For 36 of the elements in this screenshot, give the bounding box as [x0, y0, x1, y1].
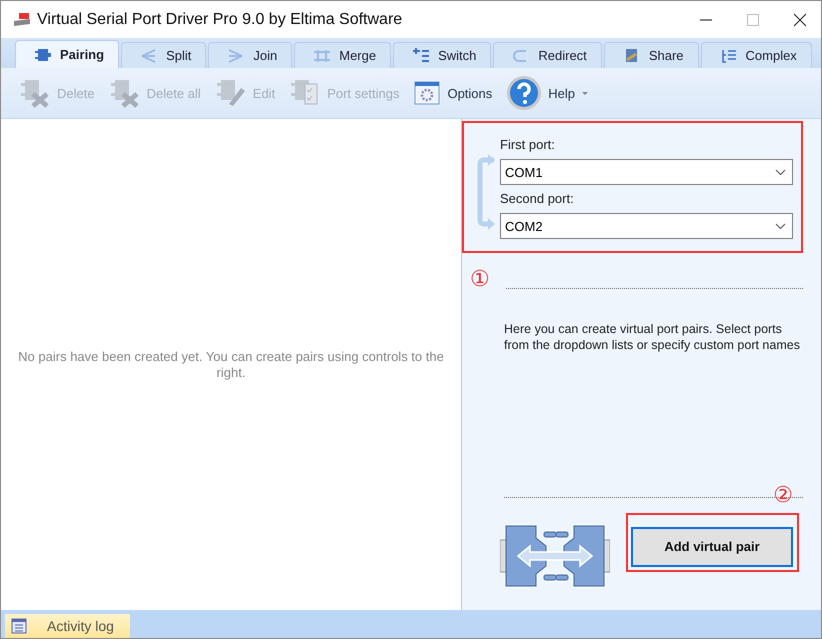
split-arrows-icon: [140, 48, 158, 64]
toolbar-button[interactable]: Help: [502, 75, 594, 111]
tab[interactable]: Pairing: [15, 40, 120, 68]
empty-message: No pairs have been created yet. You can create pairs using controls to the right.: [17, 348, 445, 380]
toolbar-button[interactable]: Options: [409, 79, 496, 107]
port-dropdown[interactable]: COM2: [500, 213, 793, 239]
annotation-number: ①: [470, 267, 490, 293]
window-title: Virtual Serial Port Driver Pro 9.0 by Eltima Software: [37, 10, 402, 28]
tab[interactable]: Complex: [700, 42, 812, 68]
tab[interactable]: Join: [208, 42, 292, 68]
chevron-down-icon: [775, 222, 786, 230]
app-icon: [13, 12, 31, 28]
add-virtual-pair-button[interactable]: Add virtual pair: [631, 526, 793, 566]
list-icon: [412, 48, 430, 64]
tab[interactable]: Share: [604, 42, 699, 68]
description-text: Here you can create virtual port pairs. Select ports from the dropdown lists or specify custom port names: [504, 321, 801, 353]
grid-lines-icon: [313, 48, 332, 64]
join-arrows-icon: [227, 48, 246, 64]
connector-x-icon: [19, 78, 51, 108]
connector-x-icon: [108, 78, 141, 108]
connector-pencil-icon: [214, 78, 247, 108]
tab[interactable]: Split: [121, 42, 206, 68]
activity-log-tab[interactable]: Activity log: [5, 614, 130, 638]
log-icon: [11, 618, 27, 634]
gear-window-icon: [413, 79, 442, 107]
field-label: Second port:: [500, 191, 575, 206]
port-dropdown[interactable]: COM1: [500, 159, 793, 185]
tab[interactable]: Redirect: [493, 42, 602, 68]
tab[interactable]: Merge: [294, 42, 392, 68]
tree-list-icon: [720, 48, 738, 64]
tab[interactable]: Switch: [393, 42, 492, 68]
field-label: First port:: [500, 137, 556, 152]
close-icon[interactable]: [793, 12, 807, 26]
annotation-number: ②: [773, 483, 793, 509]
help-icon: [506, 75, 542, 111]
chevron-down-icon: [775, 168, 786, 176]
